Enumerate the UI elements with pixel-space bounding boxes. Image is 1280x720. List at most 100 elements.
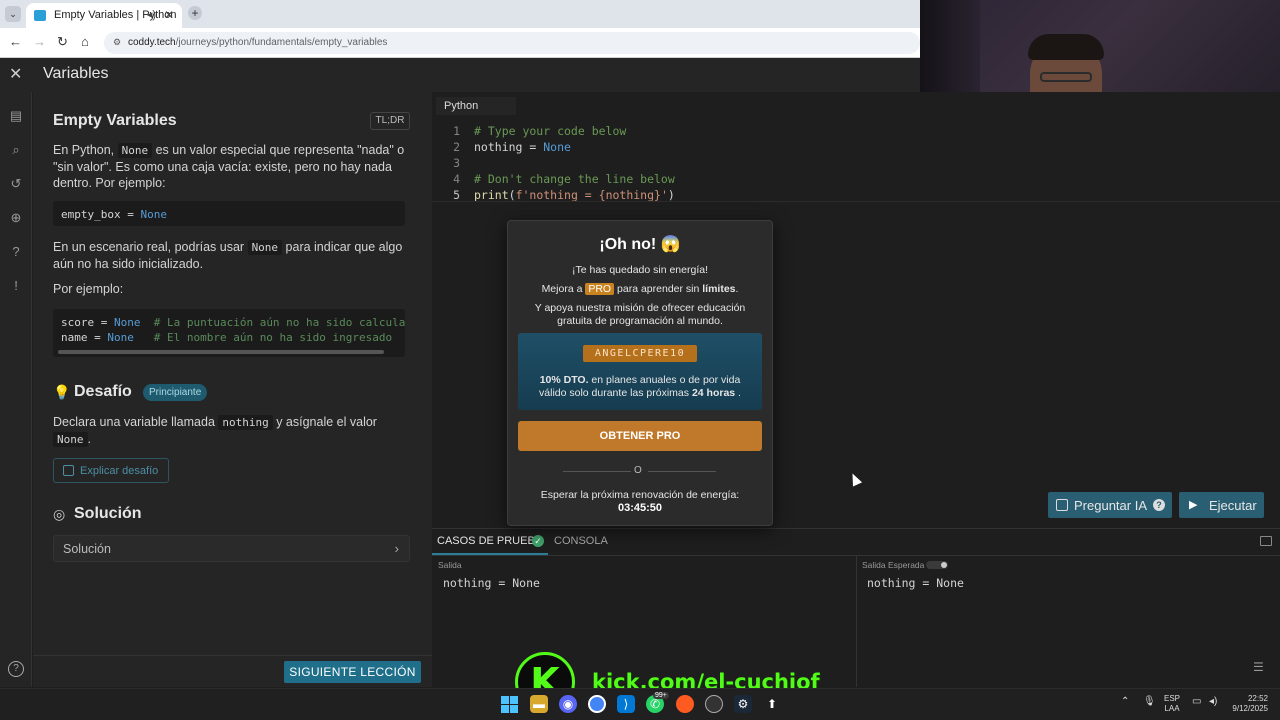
volume-icon[interactable]: ◂) bbox=[1209, 696, 1217, 707]
steam-icon[interactable]: ⚙ bbox=[734, 695, 752, 713]
solucion-expander[interactable]: Solución › bbox=[53, 535, 410, 562]
run-label: Ejecutar bbox=[1209, 498, 1257, 513]
chrome-icon[interactable] bbox=[588, 695, 606, 713]
line-number: 2 bbox=[453, 140, 460, 154]
output-label: Salida bbox=[438, 560, 462, 570]
menu-icon[interactable]: ☰ bbox=[1253, 660, 1264, 674]
line-number: 4 bbox=[453, 172, 460, 186]
help-icon[interactable]: ? bbox=[8, 661, 24, 677]
calendar-icon bbox=[1056, 499, 1068, 511]
check-icon: ✓ bbox=[532, 535, 544, 547]
code2-l1-a: score = bbox=[61, 316, 114, 329]
code2-l2-comment: # El nombre aún no ha sido ingresado bbox=[133, 331, 393, 344]
target-icon: ◎ bbox=[53, 506, 66, 522]
code-line-2-a: nothing = bbox=[474, 140, 544, 154]
discord-icon[interactable]: ◉ bbox=[559, 695, 577, 713]
reload-icon[interactable]: ↻ bbox=[57, 34, 68, 50]
code-line-5: print(f'nothing = {nothing}') bbox=[474, 188, 675, 202]
address-bar[interactable]: ⚙ coddy.tech/journeys/python/fundamental… bbox=[104, 32, 920, 54]
code1-name: empty_box bbox=[61, 208, 121, 221]
back-icon[interactable]: ← bbox=[9, 34, 22, 49]
promo-c: . bbox=[735, 387, 741, 399]
taskbar-clock[interactable]: 22:52 9/12/2025 bbox=[1226, 694, 1268, 714]
new-tab-button[interactable]: + bbox=[188, 6, 202, 20]
wait-label: Esperar la próxima renovación de energía… bbox=[540, 489, 740, 501]
zoom-icon[interactable]: ⊕ bbox=[8, 210, 24, 226]
code-scrollbar[interactable] bbox=[58, 350, 384, 354]
microphone-icon[interactable]: 🎙 bbox=[1143, 696, 1156, 707]
app-icon[interactable]: ⬆ bbox=[763, 695, 781, 713]
clock-date: 9/12/2025 bbox=[1232, 704, 1268, 713]
panel-layout-icon[interactable] bbox=[1260, 536, 1272, 546]
promo-line-1: 10% DTO. en planes anuales o de por vida bbox=[507, 374, 773, 387]
lesson-paragraph-2: En un escenario real, podrías usar None … bbox=[53, 239, 413, 272]
ask-ai-button[interactable]: Preguntar IA ? bbox=[1048, 492, 1172, 518]
tab-console[interactable]: CONSOLA bbox=[554, 535, 608, 547]
lang-line-1: ESP bbox=[1164, 694, 1181, 703]
get-pro-button[interactable]: OBTENER PRO bbox=[518, 421, 762, 451]
expected-output-toggle[interactable] bbox=[926, 561, 948, 569]
forward-icon[interactable]: → bbox=[33, 34, 46, 49]
promo-hours: 24 horas bbox=[691, 387, 736, 399]
webcam-person-glasses bbox=[1040, 72, 1092, 82]
modal-line-2-c: . bbox=[735, 283, 739, 295]
toggle-knob bbox=[941, 562, 947, 568]
coddy-favicon-icon bbox=[34, 10, 46, 21]
solucion-title: Solución bbox=[74, 505, 142, 522]
icon-rail: ▤ ⌕ ↺ ⊕ ? ! bbox=[0, 92, 32, 687]
lesson-paragraph-1: En Python, None es un valor especial que… bbox=[53, 142, 413, 191]
browser-tab[interactable]: Empty Variables | Python ◂) ✕ bbox=[26, 3, 182, 28]
p2-text-a: En un escenario real, podrías usar bbox=[53, 240, 248, 254]
network-icon[interactable]: ▭ bbox=[1192, 696, 1201, 707]
explicar-desafio-button[interactable]: Explicar desafío bbox=[53, 458, 169, 483]
taskbar bbox=[0, 688, 1280, 720]
code-line-2: nothing = None bbox=[474, 140, 571, 154]
close-lesson-icon[interactable]: ✕ bbox=[9, 64, 22, 84]
app-header bbox=[0, 58, 920, 92]
site-info-icon[interactable]: ⚙ bbox=[113, 37, 121, 48]
desafio-text: Declara una variable llamada nothing y a… bbox=[53, 414, 413, 448]
modal-title: ¡Oh no! 😱 bbox=[599, 236, 681, 253]
p1-inline-code: None bbox=[117, 143, 153, 158]
url-host: coddy.tech bbox=[128, 37, 176, 48]
code-line-2-b: None bbox=[543, 140, 571, 154]
obs-icon[interactable] bbox=[705, 695, 723, 713]
language-tab[interactable]: Python bbox=[436, 97, 516, 115]
modal-line-1: ¡Te has quedado sin energía! bbox=[571, 264, 708, 276]
desafio-title: Desafío bbox=[74, 383, 132, 400]
tab-search-chevron-icon[interactable]: ⌄ bbox=[5, 6, 21, 22]
windows-start-icon[interactable] bbox=[500, 695, 518, 713]
hint-icon[interactable]: ? bbox=[8, 244, 24, 260]
code-line-1: # Type your code below bbox=[474, 124, 627, 138]
language-indicator[interactable]: ESP LAA bbox=[1164, 694, 1180, 714]
vscode-icon[interactable]: ⟩ bbox=[617, 695, 635, 713]
promo-code[interactable]: ANGELCPERE10 bbox=[583, 345, 697, 362]
line-number: 3 bbox=[453, 156, 460, 170]
modal-line-3: Y apoya nuestra misión de ofrecer educac… bbox=[534, 302, 746, 314]
audio-icon[interactable]: ◂) bbox=[147, 8, 156, 21]
file-explorer-icon[interactable]: ▬ bbox=[530, 695, 548, 713]
promo-b: válido solo durante las próximas bbox=[539, 387, 692, 399]
ask-ai-label: Preguntar IA bbox=[1074, 498, 1147, 513]
next-lesson-button[interactable]: SIGUIENTE LECCIÓN bbox=[284, 661, 421, 683]
tab-close-icon[interactable]: ✕ bbox=[164, 8, 174, 22]
app-title: Variables bbox=[43, 65, 109, 82]
firefox-icon[interactable] bbox=[676, 695, 694, 713]
feedback-icon[interactable]: ! bbox=[8, 278, 24, 294]
code-line-5-a: ( bbox=[508, 188, 516, 202]
explicar-label: Explicar desafío bbox=[80, 465, 159, 477]
promo-bold: 10% DTO. bbox=[539, 374, 589, 386]
lesson-icon[interactable]: ▤ bbox=[8, 108, 24, 124]
home-icon[interactable]: ⌂ bbox=[81, 34, 89, 49]
code2-l2-val: None bbox=[107, 331, 134, 344]
history-icon[interactable]: ↺ bbox=[8, 176, 24, 192]
modal-line-2-a: Mejora a bbox=[541, 283, 586, 295]
tldr-button[interactable]: TL;DR bbox=[370, 112, 410, 130]
tray-chevron-icon[interactable]: ⌃ bbox=[1121, 696, 1129, 707]
clock-time: 22:52 bbox=[1247, 694, 1268, 703]
notes-search-icon[interactable]: ⌕ bbox=[8, 142, 24, 158]
run-button[interactable]: ▶ Ejecutar bbox=[1179, 492, 1264, 518]
line-number: 5 bbox=[453, 188, 460, 202]
tab-test-cases[interactable]: CASOS DE PRUEBA bbox=[437, 535, 542, 547]
calendar-icon bbox=[63, 465, 74, 476]
